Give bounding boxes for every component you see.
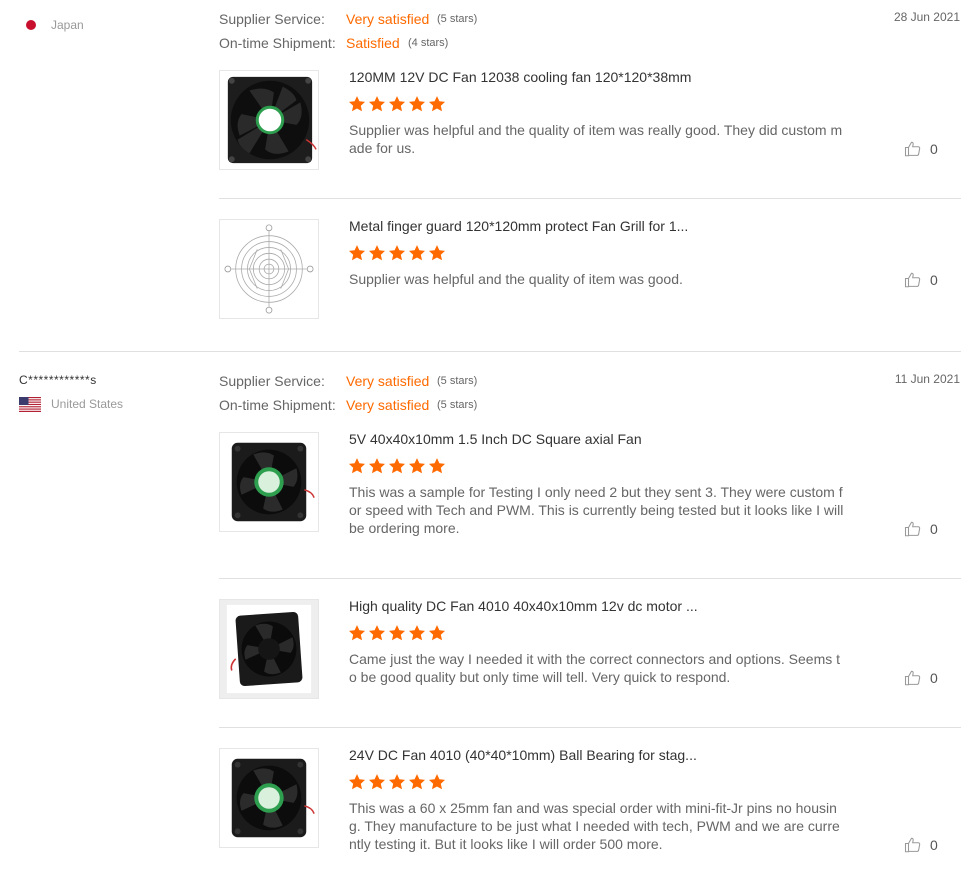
buyer-country: United States (51, 397, 124, 411)
star-icon (388, 774, 406, 790)
supplier-service-stars: (5 stars) (437, 13, 478, 25)
product-title[interactable]: 5V 40x40x10mm 1.5 Inch DC Square axial F… (349, 431, 642, 447)
star-icon (368, 625, 386, 641)
star-icon (428, 774, 446, 790)
us-flag-icon (19, 397, 41, 412)
review-date: 11 Jun 2021 (894, 372, 960, 386)
product-rating-stars (348, 773, 446, 791)
product-image-fan-40mm[interactable] (219, 432, 319, 532)
review-text: Supplier was helpful and the quality of … (349, 271, 683, 287)
star-icon (348, 96, 366, 112)
star-icon (408, 458, 426, 474)
like-count: 0 (930, 670, 938, 686)
star-icon (368, 774, 386, 790)
star-icon (428, 96, 446, 112)
like-count: 0 (930, 521, 938, 537)
like-button[interactable]: 0 (904, 520, 938, 538)
review-text: This was a sample for Testing I only nee… (349, 484, 844, 536)
supplier-service-value: Very satisfied (346, 11, 430, 27)
like-button[interactable]: 0 (904, 140, 938, 158)
like-count: 0 (930, 272, 938, 288)
japan-flag-icon (26, 20, 36, 30)
star-icon (408, 625, 426, 641)
on-time-shipment-label: On-time Shipment: (219, 35, 336, 51)
product-image-fan-24v[interactable] (219, 748, 319, 848)
star-icon (388, 458, 406, 474)
on-time-shipment-stars: (5 stars) (437, 399, 478, 411)
supplier-service-value: Very satisfied (346, 373, 430, 389)
star-icon (368, 96, 386, 112)
thumbs-up-icon (904, 837, 921, 853)
on-time-shipment-stars: (4 stars) (408, 37, 449, 49)
star-icon (428, 245, 446, 261)
product-title[interactable]: 120MM 12V DC Fan 12038 cooling fan 120*1… (349, 69, 691, 85)
thumbs-up-icon (904, 521, 921, 537)
buyer-name: C************s (19, 373, 97, 387)
product-rating-stars (348, 457, 446, 475)
product-rating-stars (348, 95, 446, 113)
like-button[interactable]: 0 (904, 836, 938, 854)
on-time-shipment-value: Very satisfied (346, 397, 430, 413)
product-image-fan-grill[interactable] (219, 219, 319, 319)
product-title[interactable]: High quality DC Fan 4010 40x40x10mm 12v … (349, 598, 698, 614)
item-divider (219, 198, 961, 199)
product-image-fan-120mm[interactable] (219, 70, 319, 170)
star-icon (348, 458, 366, 474)
star-icon (408, 96, 426, 112)
star-icon (408, 245, 426, 261)
product-image-fan-4010[interactable] (219, 599, 319, 699)
thumbs-up-icon (904, 141, 921, 157)
like-count: 0 (930, 141, 938, 157)
star-icon (408, 774, 426, 790)
item-divider (219, 727, 961, 728)
star-icon (348, 245, 366, 261)
product-rating-stars (348, 624, 446, 642)
on-time-shipment-label: On-time Shipment: (219, 397, 336, 413)
star-icon (348, 774, 366, 790)
star-icon (388, 245, 406, 261)
supplier-service-label: Supplier Service: (219, 11, 325, 27)
like-button[interactable]: 0 (904, 271, 938, 289)
star-icon (428, 458, 446, 474)
item-divider (219, 578, 961, 579)
product-title[interactable]: 24V DC Fan 4010 (40*40*10mm) Ball Bearin… (349, 747, 697, 763)
review-text: Supplier was helpful and the quality of … (349, 122, 843, 156)
star-icon (388, 625, 406, 641)
supplier-service-stars: (5 stars) (437, 375, 478, 387)
product-title[interactable]: Metal finger guard 120*120mm protect Fan… (349, 218, 688, 234)
supplier-service-label: Supplier Service: (219, 373, 325, 389)
buyer-country: Japan (51, 18, 84, 32)
like-button[interactable]: 0 (904, 669, 938, 687)
star-icon (348, 625, 366, 641)
product-rating-stars (348, 244, 446, 262)
star-icon (368, 458, 386, 474)
on-time-shipment-value: Satisfied (346, 35, 400, 51)
review-text: Came just the way I needed it with the c… (349, 651, 841, 685)
star-icon (368, 245, 386, 261)
review-date: 28 Jun 2021 (893, 10, 960, 24)
star-icon (428, 625, 446, 641)
star-icon (388, 96, 406, 112)
review-text: This was a 60 x 25mm fan and was special… (349, 800, 840, 852)
review-divider (19, 351, 961, 352)
thumbs-up-icon (904, 272, 921, 288)
thumbs-up-icon (904, 670, 921, 686)
like-count: 0 (930, 837, 938, 853)
